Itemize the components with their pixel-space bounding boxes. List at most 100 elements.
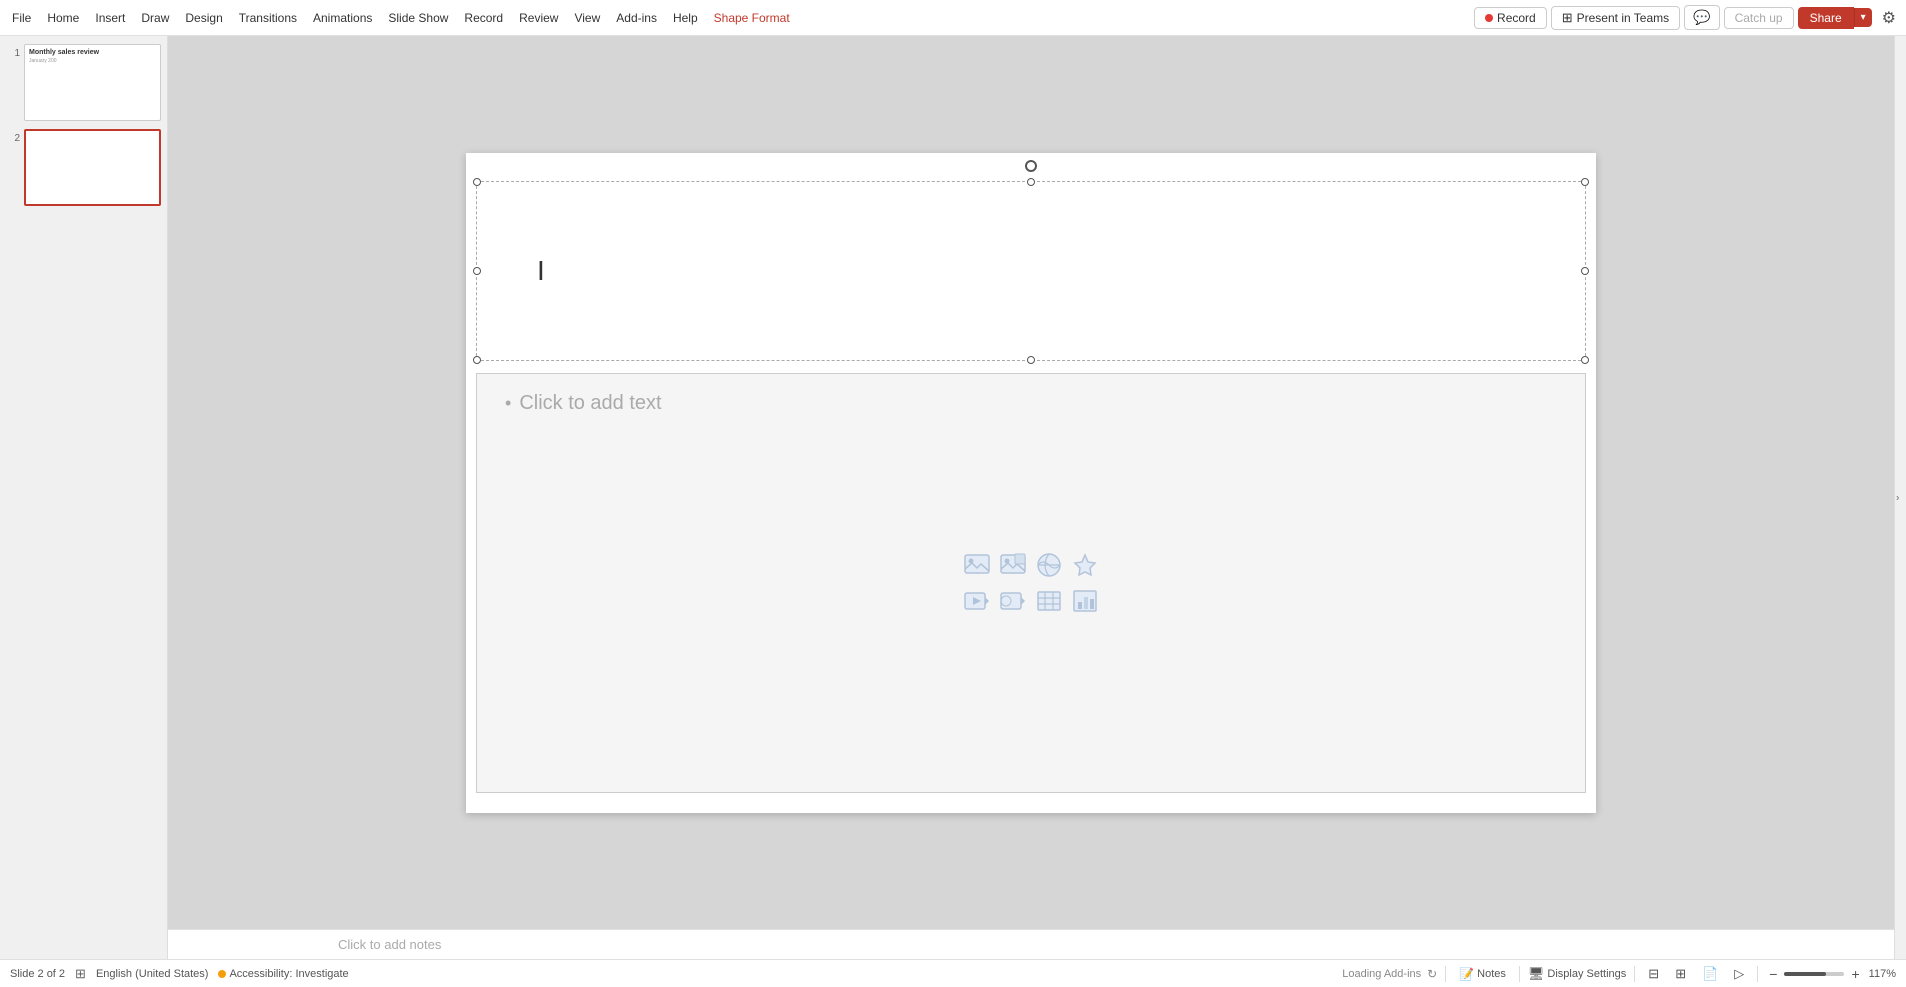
handle-topright[interactable] bbox=[1581, 178, 1589, 186]
catchup-button[interactable]: Catch up bbox=[1724, 7, 1794, 29]
zoom-slider-fill bbox=[1784, 972, 1826, 976]
menu-insert[interactable]: Insert bbox=[87, 7, 133, 29]
content-icons-grid bbox=[961, 549, 1101, 617]
display-settings-icon: 🖥 bbox=[1528, 966, 1545, 982]
teams-icon: ⊞ bbox=[1562, 10, 1573, 26]
canvas-area: I • Click to add text bbox=[168, 36, 1894, 959]
zoom-percentage[interactable]: 117% bbox=[1869, 968, 1896, 980]
menu-draw[interactable]: Draw bbox=[133, 7, 177, 29]
bullet-icon: • bbox=[505, 393, 511, 414]
toolbar-right: Record ⊞ Present in Teams 💬 Catch up Sha… bbox=[1474, 5, 1902, 31]
collapse-panel-icon[interactable]: › bbox=[1896, 492, 1899, 503]
notes-icon: 📝 bbox=[1459, 967, 1474, 981]
slide-panel: 1 Monthly sales review January 200 2 bbox=[0, 36, 168, 959]
slide-number-1: 1 bbox=[6, 48, 20, 59]
menu-transitions[interactable]: Transitions bbox=[231, 7, 305, 29]
status-right: Loading Add-ins ↻ 📝 Notes 🖥 Display Sett… bbox=[1342, 964, 1896, 984]
loading-spinner-icon: ↻ bbox=[1427, 967, 1437, 981]
menu-design[interactable]: Design bbox=[177, 7, 230, 29]
slide-thumb-subtitle-1: January 200 bbox=[29, 58, 156, 64]
insert-chart-icon[interactable] bbox=[1069, 585, 1101, 617]
present-teams-button[interactable]: ⊞ Present in Teams bbox=[1551, 6, 1680, 30]
share-dropdown-button[interactable]: ▾ bbox=[1854, 8, 1872, 27]
slide-thumb-content-2 bbox=[26, 131, 159, 139]
slide-thumbnail-1[interactable]: Monthly sales review January 200 bbox=[24, 44, 161, 121]
slide-thumb-wrapper-1: 1 Monthly sales review January 200 bbox=[6, 44, 161, 121]
accessibility-button[interactable]: ⚙ bbox=[1876, 5, 1902, 31]
view-normal-icon[interactable]: ⊟ bbox=[1643, 964, 1664, 984]
accessibility-dot-icon bbox=[218, 970, 226, 978]
insert-table-icon[interactable] bbox=[1033, 585, 1065, 617]
slide-thumbnail-2[interactable] bbox=[24, 129, 161, 206]
share-button[interactable]: Share bbox=[1798, 7, 1854, 29]
insert-image-icon[interactable] bbox=[961, 549, 993, 581]
rotate-handle[interactable] bbox=[1025, 160, 1037, 172]
menu-slideshow[interactable]: Slide Show bbox=[380, 7, 456, 29]
slide-info: Slide 2 of 2 bbox=[10, 968, 65, 980]
menu-record[interactable]: Record bbox=[456, 7, 511, 29]
status-bar: Slide 2 of 2 ⊞ English (United States) A… bbox=[0, 959, 1906, 987]
notes-area[interactable]: Click to add notes bbox=[168, 929, 1894, 959]
share-label: Share bbox=[1810, 11, 1842, 25]
menu-file[interactable]: File bbox=[4, 7, 39, 29]
record-label: Record bbox=[1497, 11, 1536, 25]
language-indicator[interactable]: English (United States) bbox=[96, 968, 209, 980]
insert-icons-icon[interactable] bbox=[1069, 549, 1101, 581]
accessibility-text: Accessibility: Investigate bbox=[229, 968, 348, 980]
handle-bottomright[interactable] bbox=[1581, 356, 1589, 364]
notes-button[interactable]: 📝 Notes bbox=[1454, 965, 1511, 983]
handle-midright[interactable] bbox=[1581, 267, 1589, 275]
slide-canvas[interactable]: I • Click to add text bbox=[466, 153, 1596, 813]
insert-online-pictures-icon[interactable] bbox=[1033, 549, 1065, 581]
share-button-group: Share ▾ bbox=[1798, 7, 1872, 29]
click-to-add-text: • Click to add text bbox=[505, 392, 662, 415]
menu-help[interactable]: Help bbox=[665, 7, 706, 29]
present-label: Present in Teams bbox=[1577, 11, 1670, 25]
handle-midleft[interactable] bbox=[473, 267, 481, 275]
main-area: 1 Monthly sales review January 200 2 bbox=[0, 36, 1906, 959]
display-settings-label: Display Settings bbox=[1547, 968, 1626, 980]
text-cursor-icon: I bbox=[537, 255, 545, 287]
status-separator-1 bbox=[1445, 966, 1446, 982]
comment-button[interactable]: 💬 bbox=[1684, 5, 1719, 30]
status-separator-4 bbox=[1757, 966, 1758, 982]
insert-video-icon[interactable] bbox=[961, 585, 993, 617]
record-dot-icon bbox=[1485, 14, 1493, 22]
menu-bar: File Home Insert Draw Design Transitions… bbox=[0, 0, 1906, 36]
zoom-slider[interactable] bbox=[1784, 972, 1844, 976]
handle-topleft[interactable] bbox=[473, 178, 481, 186]
notes-placeholder: Click to add notes bbox=[338, 937, 441, 952]
catchup-label: Catch up bbox=[1735, 11, 1783, 25]
menu-view[interactable]: View bbox=[566, 7, 608, 29]
menu-shapeformat[interactable]: Shape Format bbox=[706, 7, 798, 29]
view-slideshow-icon[interactable]: ▷ bbox=[1729, 964, 1749, 984]
view-slide-sorter-icon[interactable]: ⊞ bbox=[1670, 964, 1691, 984]
zoom-in-button[interactable]: + bbox=[1848, 966, 1862, 982]
slide-thumb-content-1: Monthly sales review January 200 bbox=[25, 45, 160, 68]
status-icon-view: ⊞ bbox=[75, 966, 86, 982]
canvas-scroll: I • Click to add text bbox=[168, 36, 1894, 929]
insert-stock-images-icon[interactable] bbox=[997, 549, 1029, 581]
loading-addins-text: Loading Add-ins bbox=[1342, 968, 1421, 980]
title-textbox[interactable]: I bbox=[476, 181, 1586, 361]
menu-addins[interactable]: Add-ins bbox=[608, 7, 665, 29]
handle-bottomcenter[interactable] bbox=[1027, 356, 1035, 364]
zoom-out-button[interactable]: − bbox=[1766, 966, 1780, 982]
status-left: Slide 2 of 2 ⊞ English (United States) A… bbox=[10, 966, 349, 982]
handle-topcenter[interactable] bbox=[1027, 178, 1035, 186]
display-settings-button[interactable]: 🖥 Display Settings bbox=[1528, 966, 1626, 982]
menu-home[interactable]: Home bbox=[39, 7, 87, 29]
slide-thumb-wrapper-2: 2 bbox=[6, 129, 161, 206]
menu-review[interactable]: Review bbox=[511, 7, 566, 29]
content-textbox[interactable]: • Click to add text bbox=[476, 373, 1586, 793]
slide-thumb-title-1: Monthly sales review bbox=[29, 49, 156, 56]
accessibility-badge[interactable]: Accessibility: Investigate bbox=[218, 968, 348, 980]
insert-online-video-icon[interactable] bbox=[997, 585, 1029, 617]
status-separator-2 bbox=[1519, 966, 1520, 982]
handle-bottomleft[interactable] bbox=[473, 356, 481, 364]
status-separator-3 bbox=[1634, 966, 1635, 982]
zoom-bar: − + bbox=[1766, 966, 1862, 982]
record-button[interactable]: Record bbox=[1474, 7, 1547, 29]
view-reading-icon[interactable]: 📄 bbox=[1697, 964, 1723, 984]
menu-animations[interactable]: Animations bbox=[305, 7, 380, 29]
